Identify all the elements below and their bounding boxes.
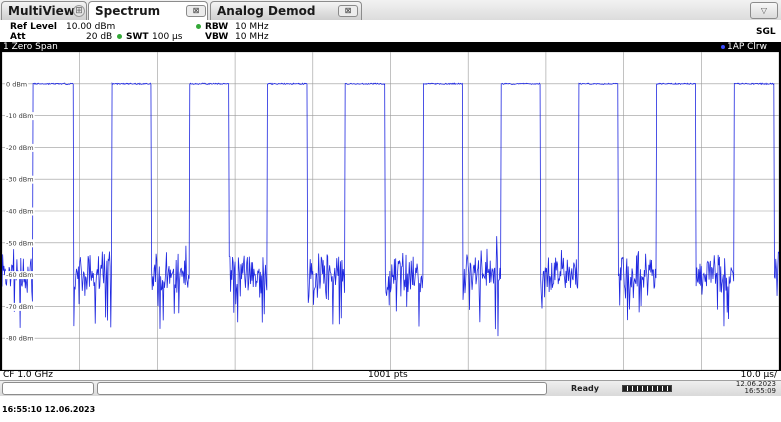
- capture-timestamp: 16:55:10 12.06.2023: [2, 405, 96, 414]
- time-per-division: 10.0 µs/: [740, 370, 777, 380]
- y-tick-label: -40 dBm: [6, 208, 34, 216]
- window-title-bar: 1 Zero Span 1AP Clrw: [0, 42, 781, 52]
- measurement-window: 1 Zero Span 1AP Clrw 0 dBm -10 dBm -20 dBm…: [0, 42, 781, 380]
- y-tick-label: -20 dBm: [6, 144, 34, 152]
- rbw-indicator: [194, 22, 203, 32]
- tab-multiview-label: MultiView: [8, 4, 75, 18]
- center-frequency: CF 1.0 GHz: [3, 370, 53, 380]
- ref-level-value: 10.00 dBm: [66, 22, 116, 32]
- plot-area[interactable]: 0 dBm -10 dBm -20 dBm -30 dBm -40 dBm -50 dBm…: [2, 52, 779, 370]
- close-icon[interactable]: ⊠: [186, 5, 206, 17]
- ready-status: Ready: [571, 384, 599, 393]
- y-tick-label: -50 dBm: [6, 239, 34, 247]
- status-datetime: 12.06.2023 16:55:09: [716, 381, 776, 395]
- tab-spectrum-label: Spectrum: [95, 4, 161, 18]
- green-dot-icon: [117, 33, 122, 39]
- tab-multiview[interactable]: MultiView ⊞: [1, 1, 87, 20]
- y-tick-label: -30 dBm: [6, 176, 34, 184]
- chevron-down-icon[interactable]: ▽: [750, 2, 778, 19]
- status-bar: Ready 12.06.2023 16:55:09: [0, 380, 781, 396]
- att-value: 20 dB: [86, 32, 113, 42]
- status-field-left[interactable]: [2, 382, 94, 395]
- sweep-progress-bar: [622, 385, 672, 392]
- swt-label: SWT: [126, 32, 149, 42]
- green-dot-icon: [196, 23, 201, 29]
- rbw-label: RBW: [205, 22, 229, 32]
- y-tick-label: -10 dBm: [6, 112, 34, 120]
- tab-spectrum[interactable]: Spectrum ⊠: [88, 1, 208, 21]
- tab-bar: MultiView ⊞ Spectrum ⊠ Analog Demod ⊠ ▽: [0, 0, 781, 21]
- att-label: Att: [10, 32, 26, 42]
- rbw-value: 10 MHz: [235, 22, 269, 32]
- sweep-progress-fill: [623, 386, 671, 391]
- sweep-mode: SGL: [756, 27, 776, 37]
- zero-span-chart[interactable]: 0 dBm -10 dBm -20 dBm -30 dBm -40 dBm -50 dBm…: [2, 52, 779, 370]
- grid-icon[interactable]: ⊞: [73, 5, 85, 17]
- window-footer: CF 1.0 GHz 1001 pts 10.0 µs/: [0, 370, 781, 380]
- y-tick-label: -70 dBm: [6, 303, 34, 311]
- y-tick-label: -80 dBm: [6, 335, 34, 343]
- y-tick-label: 0 dBm: [6, 80, 27, 88]
- tab-analog-demod[interactable]: Analog Demod ⊠: [210, 1, 362, 20]
- vbw-label: VBW: [205, 32, 229, 42]
- status-time: 16:55:09: [744, 387, 776, 395]
- ref-level-label: Ref Level: [10, 22, 57, 32]
- vbw-value: 10 MHz: [235, 32, 269, 42]
- y-tick-label: -60 dBm: [6, 271, 34, 279]
- status-message-field[interactable]: [97, 382, 547, 395]
- parameter-header: Ref Level 10.00 dBm Att 20 dB SWT 100 µs…: [0, 20, 781, 42]
- close-icon[interactable]: ⊠: [338, 5, 358, 17]
- swt-indicator: [115, 32, 124, 42]
- window-title: 1 Zero Span: [3, 42, 58, 52]
- trace-label: 1AP Clrw: [720, 42, 767, 52]
- trace-dot-icon: [720, 44, 725, 49]
- swt-value: 100 µs: [152, 32, 183, 42]
- point-count: 1001 pts: [368, 370, 408, 380]
- tab-analog-demod-label: Analog Demod: [217, 4, 316, 18]
